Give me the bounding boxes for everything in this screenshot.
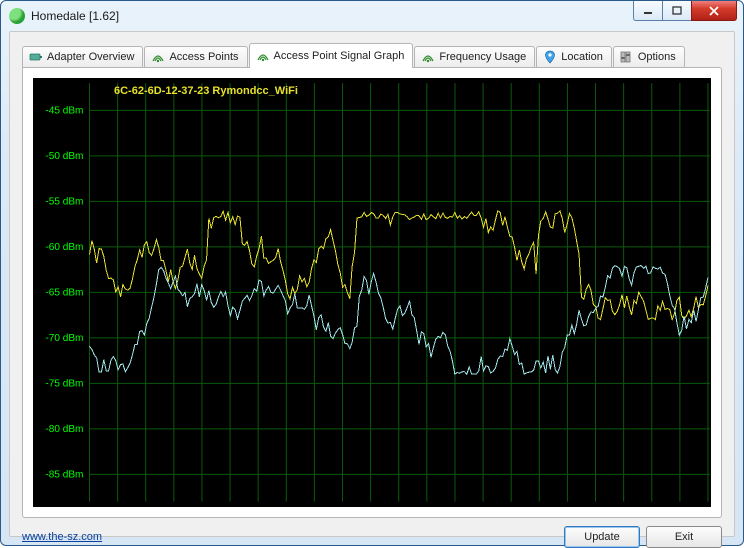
svg-text:-55 dBm: -55 dBm [45,196,83,207]
app-window: Homedale [1.62] Adapter Overview Access P… [0,0,744,546]
chart-legend: 6C-62-6D-12-37-23 Rymondcc_WiFi [114,85,298,97]
signal-icon [421,50,435,64]
app-icon [9,8,25,24]
svg-text:-80 dBm: -80 dBm [45,424,83,435]
chart-svg: -45 dBm -50 dBm -55 dBm -60 dBm -65 dBm -70 d… [34,79,710,506]
maximize-button[interactable] [662,1,692,21]
tab-adapter-overview[interactable]: Adapter Overview [22,46,143,67]
tab-access-points[interactable]: Access Points [144,46,247,67]
website-link[interactable]: www.the-sz.com [22,531,102,543]
signal-icon [151,50,165,64]
svg-text:-45 dBm: -45 dBm [45,105,83,116]
exit-button[interactable]: Exit [646,526,722,548]
tab-label: Location [561,51,603,63]
footer: www.the-sz.com Update Exit [22,526,722,548]
signal-chart: -45 dBm -50 dBm -55 dBm -60 dBm -65 dBm -70 d… [33,78,711,507]
signal-icon [256,49,270,63]
minimize-button[interactable] [633,1,663,21]
tab-label: Access Points [169,51,238,63]
svg-text:-75 dBm: -75 dBm [45,378,83,389]
update-button[interactable]: Update [564,526,640,548]
close-button[interactable] [691,1,737,21]
tab-frequency-usage[interactable]: Frequency Usage [414,46,535,67]
tab-label: Frequency Usage [439,51,526,63]
svg-text:-60 dBm: -60 dBm [45,242,83,253]
pin-icon [543,50,557,64]
svg-text:-50 dBm: -50 dBm [45,151,83,162]
tab-body: -45 dBm -50 dBm -55 dBm -60 dBm -65 dBm -70 d… [22,67,722,518]
tab-label: Adapter Overview [47,51,134,63]
tab-strip: Adapter Overview Access Points Access Poin… [22,42,722,67]
window-controls [634,1,737,21]
tab-location[interactable]: Location [536,46,612,67]
tab-label: Options [638,51,676,63]
client-area: Adapter Overview Access Points Access Poin… [9,31,735,537]
titlebar: Homedale [1.62] [1,1,743,31]
tab-label: Access Point Signal Graph [274,50,405,62]
svg-text:-65 dBm: -65 dBm [45,287,83,298]
tab-access-point-signal-graph[interactable]: Access Point Signal Graph [249,43,414,68]
svg-text:-85 dBm: -85 dBm [45,469,83,480]
options-icon [620,50,634,64]
adapter-icon [29,50,43,64]
maximize-icon [672,6,682,16]
close-icon [708,6,720,16]
svg-text:-70 dBm: -70 dBm [45,333,83,344]
window-title: Homedale [1.62] [31,9,119,23]
minimize-icon [643,6,653,16]
tab-options[interactable]: Options [613,46,685,67]
